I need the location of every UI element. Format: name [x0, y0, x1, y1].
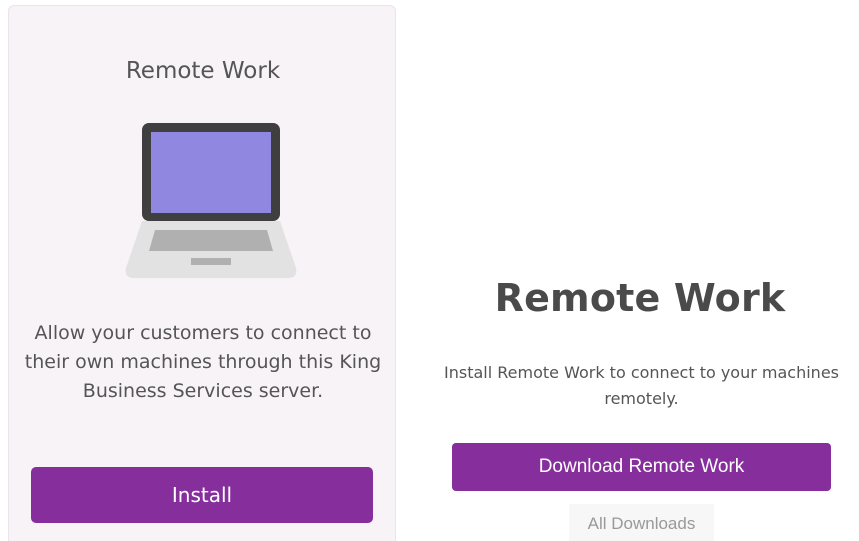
- app-card: Remote Work Allow your customers to conn…: [8, 5, 396, 541]
- install-button[interactable]: Install: [31, 467, 373, 523]
- page-title: Remote Work: [494, 276, 786, 320]
- download-remote-work-button[interactable]: Download Remote Work: [452, 443, 831, 491]
- page: Remote Work Allow your customers to conn…: [0, 0, 859, 541]
- laptop-icon: [125, 123, 297, 278]
- card-description: Allow your customers to connect to their…: [24, 322, 382, 402]
- card-title: Remote Work: [125, 58, 281, 84]
- all-downloads-button[interactable]: All Downloads: [569, 504, 714, 541]
- page-description: Install Remote Work to connect to your m…: [444, 363, 839, 408]
